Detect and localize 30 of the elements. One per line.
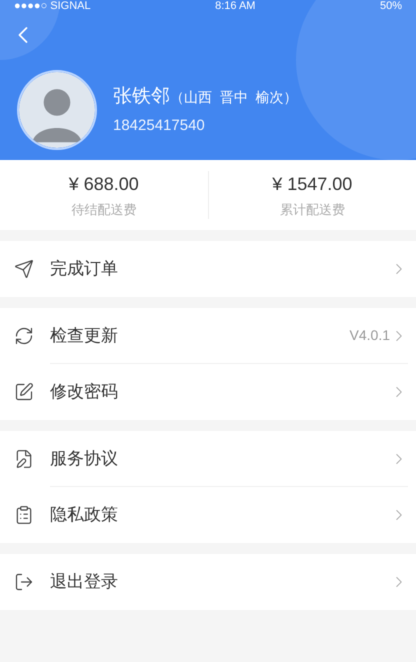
- refresh-icon: [14, 326, 34, 346]
- send-icon: [14, 259, 34, 279]
- edit-square-icon: [14, 382, 34, 402]
- menu-item[interactable]: 退出登录: [0, 554, 416, 610]
- user-region: （山西 晋中 榆次）: [170, 88, 298, 106]
- version-text: V4.0.1: [350, 326, 390, 345]
- menu-label: 修改密码: [50, 381, 119, 404]
- fee-label: 累计配送费: [280, 200, 345, 219]
- document-edit-icon: [14, 449, 34, 469]
- menu-item[interactable]: 修改密码: [0, 364, 416, 420]
- user-name: 张铁邻: [113, 84, 170, 108]
- menu-item[interactable]: 服务协议: [0, 431, 416, 487]
- clipboard-icon: [14, 505, 34, 525]
- signal-status: ●●●●○ SIGNAL: [14, 0, 91, 12]
- menu-label: 服务协议: [50, 448, 119, 470]
- menu-item[interactable]: 完成订单: [0, 241, 416, 297]
- logout-icon: [14, 572, 34, 592]
- fee-amount: ¥ 688.00: [68, 172, 139, 196]
- menu-item[interactable]: 隐私政策: [0, 487, 416, 543]
- phone-number: 18425417540: [113, 116, 206, 136]
- menu-label: 完成订单: [50, 258, 119, 280]
- menu-label: 退出登录: [50, 571, 119, 594]
- battery-level: 50%: [380, 0, 402, 12]
- clock: 8:16 AM: [215, 0, 256, 12]
- fee-amount: ¥ 1547.00: [272, 172, 352, 196]
- menu-item[interactable]: 检查更新 V4.0.1: [0, 308, 416, 364]
- fee-label: 待结配送费: [71, 200, 136, 219]
- avatar-icon: [17, 70, 97, 150]
- menu-label: 隐私政策: [50, 504, 119, 526]
- menu-label: 检查更新: [50, 324, 119, 347]
